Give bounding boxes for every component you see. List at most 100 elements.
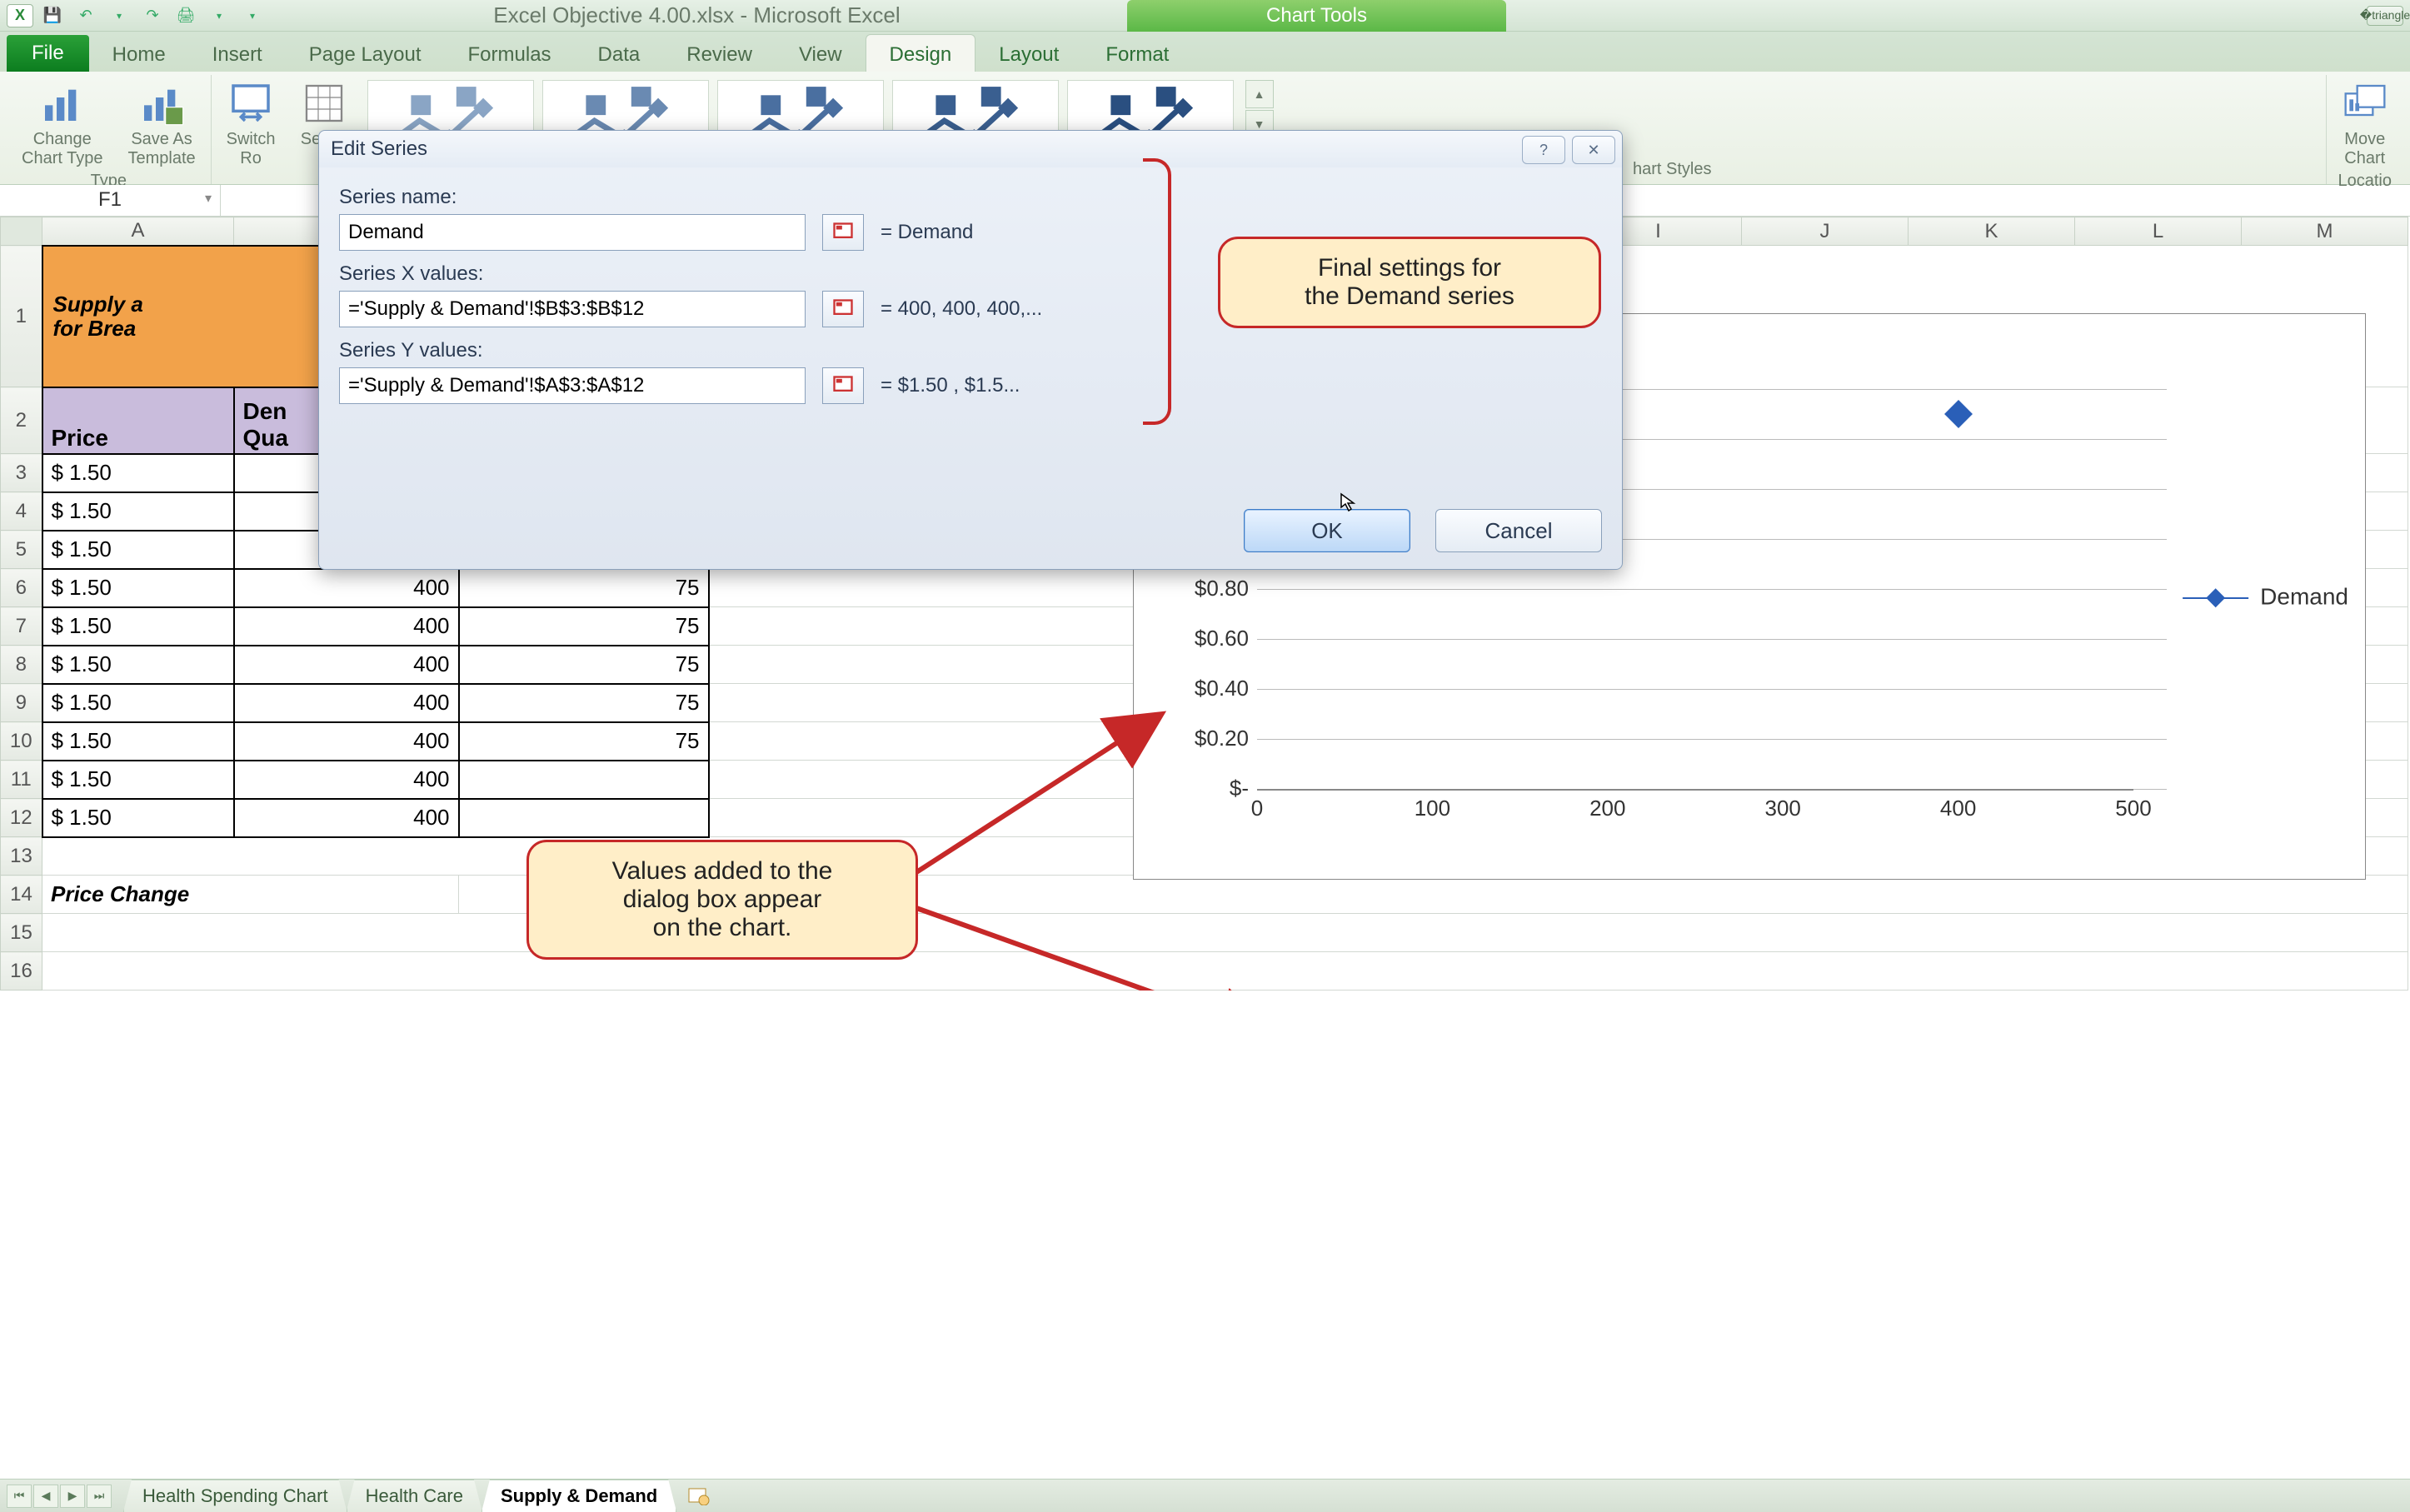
chart-legend[interactable]: ―◆― Demand: [2183, 582, 2348, 611]
row-9[interactable]: 9: [1, 684, 42, 722]
redo-icon[interactable]: ↷: [138, 3, 167, 28]
series-y-range-button[interactable]: [822, 367, 864, 404]
cell-B7[interactable]: 400: [234, 607, 459, 646]
series-name-input[interactable]: [339, 214, 806, 251]
new-sheet-icon[interactable]: [681, 1485, 717, 1508]
cell-A6[interactable]: $ 1.50: [42, 569, 234, 607]
cell-C11[interactable]: [459, 761, 709, 799]
cell-A9[interactable]: $ 1.50: [42, 684, 234, 722]
row-3[interactable]: 3: [1, 454, 42, 492]
row-2[interactable]: 2: [1, 387, 42, 454]
cell-A5[interactable]: $ 1.50: [42, 531, 234, 569]
series-x-input[interactable]: [339, 291, 806, 327]
ribbon-tabs: File Home Insert Page Layout Formulas Da…: [0, 32, 2410, 72]
name-box[interactable]: F1: [0, 185, 221, 216]
cancel-button[interactable]: Cancel: [1435, 509, 1602, 552]
ok-button[interactable]: OK: [1244, 509, 1410, 552]
cell-C6[interactable]: 75: [459, 569, 709, 607]
x-tick-label: 100: [1415, 796, 1450, 842]
row-12[interactable]: 12: [1, 799, 42, 837]
series-x-range-button[interactable]: [822, 291, 864, 327]
row-8[interactable]: 8: [1, 646, 42, 684]
qat-drop2-icon[interactable]: ▾: [205, 3, 233, 28]
data-point[interactable]: [1944, 400, 1973, 428]
tab-home[interactable]: Home: [89, 35, 189, 72]
row-15[interactable]: 15: [1, 914, 42, 952]
row-6[interactable]: 6: [1, 569, 42, 607]
tab-layout[interactable]: Layout: [975, 35, 1082, 72]
row-5[interactable]: 5: [1, 531, 42, 569]
gallery-up-icon[interactable]: ▲: [1245, 80, 1274, 108]
tab-format[interactable]: Format: [1082, 35, 1192, 72]
tab-view[interactable]: View: [776, 35, 866, 72]
chart-tools-contextual: Chart Tools: [1127, 0, 1506, 32]
tab-file[interactable]: File: [7, 35, 89, 72]
cell-B10[interactable]: 400: [234, 722, 459, 761]
series-name-range-button[interactable]: [822, 214, 864, 251]
col-L[interactable]: L: [2075, 217, 2242, 246]
col-J[interactable]: J: [1742, 217, 1909, 246]
select-all[interactable]: [1, 217, 42, 246]
dialog-title-bar[interactable]: Edit Series ? ✕: [319, 131, 1622, 167]
print-icon[interactable]: 🖨: [172, 3, 200, 28]
save-as-template-button[interactable]: Save As Template: [124, 78, 198, 170]
col-A[interactable]: A: [42, 217, 234, 246]
save-icon[interactable]: 💾: [38, 3, 67, 28]
row-13[interactable]: 13: [1, 837, 42, 876]
sheet-tab-health-spending[interactable]: Health Spending Chart: [123, 1480, 347, 1512]
dialog-close-icon[interactable]: ✕: [1572, 136, 1615, 164]
switch-row-column-button[interactable]: Switch Ro: [223, 78, 279, 170]
row-1[interactable]: 1: [1, 246, 42, 387]
cell-C9[interactable]: 75: [459, 684, 709, 722]
move-chart-button[interactable]: Move Chart: [2338, 78, 2392, 170]
tab-data[interactable]: Data: [575, 35, 664, 72]
cell-A3[interactable]: $ 1.50: [42, 454, 234, 492]
change-chart-type-button[interactable]: Change Chart Type: [18, 78, 106, 170]
row-4[interactable]: 4: [1, 492, 42, 531]
cell-C10[interactable]: 75: [459, 722, 709, 761]
tab-nav-first-icon[interactable]: ⏮: [7, 1485, 32, 1508]
row-14[interactable]: 14: [1, 876, 42, 914]
tab-page-layout[interactable]: Page Layout: [286, 35, 445, 72]
sheet-tab-supply-demand[interactable]: Supply & Demand: [482, 1480, 676, 1512]
tab-nav-last-icon[interactable]: ⏭: [87, 1485, 112, 1508]
cell-A7[interactable]: $ 1.50: [42, 607, 234, 646]
tab-nav-prev-icon[interactable]: ◀: [33, 1485, 58, 1508]
col-M[interactable]: M: [2242, 217, 2408, 246]
tab-review[interactable]: Review: [663, 35, 776, 72]
cell-C7[interactable]: 75: [459, 607, 709, 646]
cell-B8[interactable]: 400: [234, 646, 459, 684]
cell-B11[interactable]: 400: [234, 761, 459, 799]
cell-A4[interactable]: $ 1.50: [42, 492, 234, 531]
sheet-tab-health-care[interactable]: Health Care: [347, 1480, 482, 1512]
chart-type-icon: [39, 80, 86, 127]
cell-B12[interactable]: 400: [234, 799, 459, 837]
undo-icon[interactable]: ↶: [72, 3, 100, 28]
series-y-input[interactable]: [339, 367, 806, 404]
price-change-label[interactable]: Price Change: [42, 876, 459, 914]
excel-icon[interactable]: X: [7, 4, 33, 27]
row-11[interactable]: 11: [1, 761, 42, 799]
tab-design[interactable]: Design: [866, 34, 976, 72]
hdr-price[interactable]: Price: [42, 387, 234, 454]
cell-B9[interactable]: 400: [234, 684, 459, 722]
sheet-tab-bar: ⏮ ◀ ▶ ⏭ Health Spending Chart Health Car…: [0, 1479, 2410, 1512]
cell-A12[interactable]: $ 1.50: [42, 799, 234, 837]
cell-C12[interactable]: [459, 799, 709, 837]
cell-A10[interactable]: $ 1.50: [42, 722, 234, 761]
tab-formulas[interactable]: Formulas: [445, 35, 575, 72]
cell-A8[interactable]: $ 1.50: [42, 646, 234, 684]
row-16[interactable]: 16: [1, 952, 42, 991]
cell-A11[interactable]: $ 1.50: [42, 761, 234, 799]
qat-customize-icon[interactable]: ▾: [238, 3, 267, 28]
qat-drop-icon[interactable]: ▾: [105, 3, 133, 28]
col-K[interactable]: K: [1909, 217, 2075, 246]
row-10[interactable]: 10: [1, 722, 42, 761]
dialog-help-icon[interactable]: ?: [1522, 136, 1565, 164]
minimize-ribbon-icon[interactable]: �triangle: [2367, 6, 2403, 26]
cell-C8[interactable]: 75: [459, 646, 709, 684]
cell-B6[interactable]: 400: [234, 569, 459, 607]
tab-insert[interactable]: Insert: [189, 35, 286, 72]
row-7[interactable]: 7: [1, 607, 42, 646]
tab-nav-next-icon[interactable]: ▶: [60, 1485, 85, 1508]
